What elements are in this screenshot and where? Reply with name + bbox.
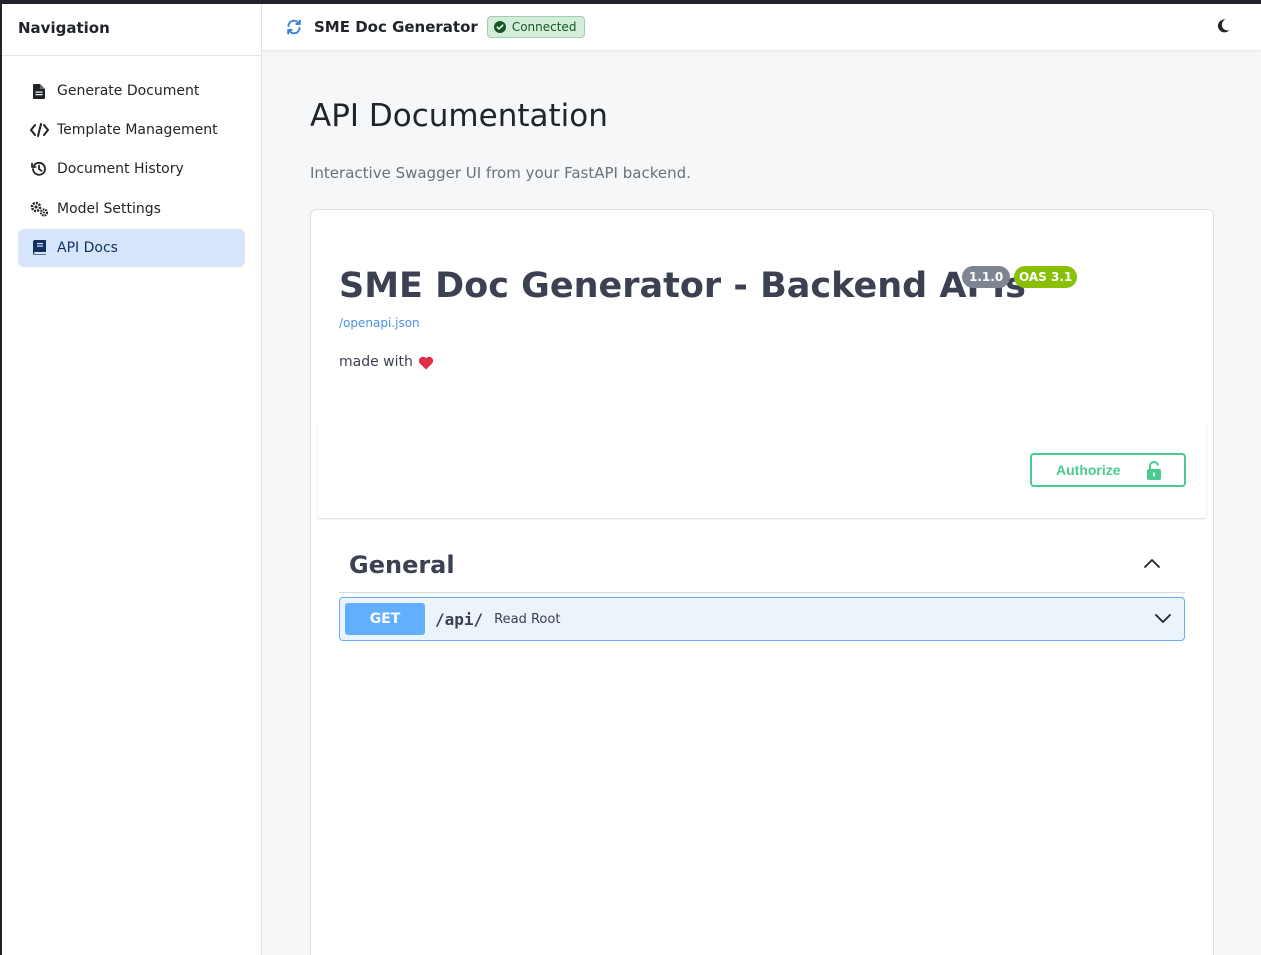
sidebar: Navigation Generate Document Template Ma… (2, 4, 262, 955)
authorize-button[interactable]: Authorize (1030, 453, 1186, 487)
book-icon (29, 239, 49, 257)
sidebar-item-label: Generate Document (57, 83, 200, 99)
operation-get-api-root[interactable]: GET /api/ Read Root (339, 597, 1185, 641)
made-with-label: made with (339, 354, 413, 370)
sidebar-item-label: Model Settings (57, 200, 161, 217)
check-circle-icon (493, 21, 506, 33)
sidebar-item-label: API Docs (57, 239, 118, 256)
openapi-json-link[interactable]: /openapi.json (339, 316, 420, 330)
api-title: SME Doc Generator - Backend APIs (339, 266, 1026, 306)
sidebar-item-document-history[interactable]: Document History (18, 150, 245, 188)
sync-icon[interactable] (286, 19, 302, 35)
chevron-up-icon[interactable] (1143, 557, 1161, 569)
unlock-icon (1147, 461, 1161, 480)
app-title: SME Doc Generator (314, 18, 478, 36)
sidebar-item-generate-document[interactable]: Generate Document (18, 72, 245, 110)
made-with-text: made with (339, 354, 434, 370)
sidebar-item-label: Template Management (57, 122, 218, 139)
heart-icon (418, 356, 434, 369)
tag-title: General (349, 551, 455, 579)
app-window: Navigation Generate Document Template Ma… (2, 4, 1261, 955)
version-badge: 1.1.0 (962, 266, 1011, 288)
page-title: API Documentation (310, 98, 608, 134)
page-subtitle: Interactive Swagger UI from your FastAPI… (310, 164, 691, 182)
sidebar-title: Navigation (2, 4, 261, 56)
sidebar-item-label: Document History (57, 161, 184, 178)
scheme-container: Authorize (318, 423, 1206, 518)
file-text-icon (29, 82, 49, 100)
sidebar-item-model-settings[interactable]: Model Settings (18, 190, 245, 228)
top-bar: SME Doc Generator Connected (262, 4, 1261, 51)
oas-badge: OAS 3.1 (1014, 266, 1078, 288)
gears-icon (29, 200, 49, 218)
status-badge: Connected (486, 16, 586, 38)
sidebar-item-template-management[interactable]: Template Management (18, 111, 245, 149)
operation-summary: Read Root (494, 611, 561, 627)
operation-path: /api/ (435, 609, 484, 629)
sidebar-item-api-docs[interactable]: API Docs (18, 228, 245, 267)
tag-general[interactable]: General (339, 533, 1185, 593)
method-badge: GET (345, 603, 425, 635)
swagger-ui-panel: SME Doc Generator - Backend APIs 1.1.0 O… (310, 209, 1214, 955)
history-icon (29, 160, 49, 178)
status-label: Connected (511, 20, 577, 34)
code-icon (29, 121, 49, 139)
authorize-label: Authorize (1056, 462, 1121, 478)
moon-icon[interactable] (1215, 18, 1231, 34)
chevron-down-icon[interactable] (1154, 613, 1172, 625)
sidebar-nav: Generate Document Template Management Do… (2, 56, 261, 267)
